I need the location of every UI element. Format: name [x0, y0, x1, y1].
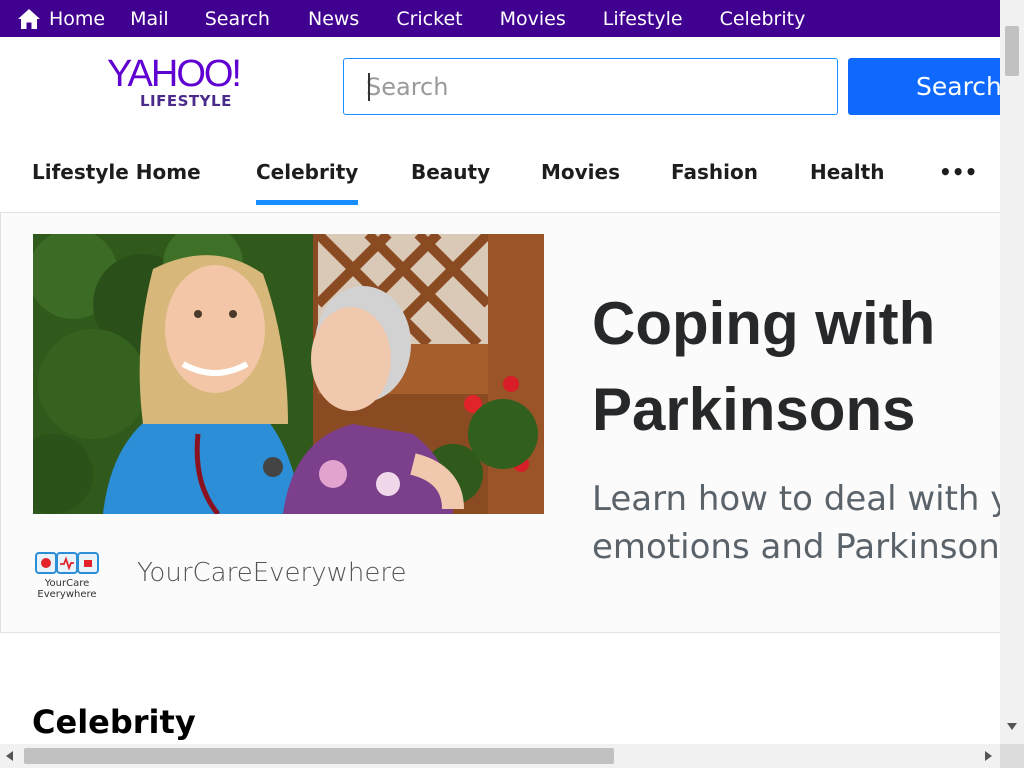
ad-photo[interactable]: [33, 234, 544, 514]
topnav-label-cricket: Cricket: [396, 7, 463, 30]
text-caret: [368, 73, 370, 101]
tab-health[interactable]: Health: [810, 160, 884, 184]
tab-lifestyle-home[interactable]: Lifestyle Home: [32, 160, 201, 184]
topnav-label-search: Search: [204, 7, 270, 30]
vertical-scroll-thumb[interactable]: [1005, 26, 1019, 76]
sponsor-logo[interactable]: YourCare Everywhere: [32, 549, 107, 601]
search-input[interactable]: [343, 58, 838, 115]
section-title: Celebrity: [32, 703, 196, 741]
topnav-item-home[interactable]: Home: [0, 8, 126, 30]
sponsor-logo-line1: YourCare: [44, 578, 90, 589]
topnav-item-mail[interactable]: Mail: [130, 8, 190, 30]
sponsor-name[interactable]: YourCareEverywhere: [137, 558, 406, 588]
ad-description: Learn how to deal with your emotions and…: [592, 475, 1001, 571]
topnav-label-mail: Mail: [130, 7, 169, 30]
topnav-label-home: Home: [49, 7, 106, 30]
topnav-label-movies: Movies: [499, 7, 566, 30]
ad-headline[interactable]: Coping with Parkinsons: [592, 281, 992, 453]
yahoo-lifestyle-logo[interactable]: YAHOO! LIFESTYLE: [107, 53, 257, 114]
ad-description-line1: Learn how to deal with your: [592, 479, 1001, 519]
tab-fashion[interactable]: Fashion: [671, 160, 758, 184]
logo-main-text: YAHOO!: [107, 53, 242, 95]
lifestyle-subnav: Lifestyle Home Celebrity Beauty Movies F…: [0, 150, 1000, 213]
sponsor-logo-line2: Everywhere: [37, 589, 96, 600]
scroll-down-arrow-icon[interactable]: [1007, 723, 1017, 730]
scrollbar-corner: [1000, 744, 1024, 768]
topnav-item-news[interactable]: News: [308, 8, 380, 30]
top-nav-bar: Home Mail Search News Cricket Movies Lif…: [0, 0, 1000, 37]
topnav-label-lifestyle: Lifestyle: [602, 7, 683, 30]
topnav-item-movies[interactable]: Movies: [500, 8, 587, 30]
tab-movies[interactable]: Movies: [541, 160, 620, 184]
horizontal-scroll-thumb[interactable]: [24, 748, 614, 764]
topnav-item-cricket[interactable]: Cricket: [396, 8, 483, 30]
topnav-label-celebrity: Celebrity: [719, 7, 806, 30]
horizontal-scrollbar[interactable]: [0, 744, 1000, 768]
topnav-label-news: News: [307, 7, 360, 30]
sponsored-ad-card[interactable]: YourCare Everywhere YourCareEverywhere C…: [0, 213, 1001, 633]
scroll-left-arrow-icon[interactable]: [6, 751, 13, 761]
tab-beauty[interactable]: Beauty: [411, 160, 490, 184]
search-button[interactable]: Search: [848, 58, 1008, 115]
more-tabs-button[interactable]: •••: [939, 160, 977, 184]
home-icon: [18, 8, 40, 29]
topnav-item-search[interactable]: Search: [205, 8, 291, 30]
topnav-item-celebrity[interactable]: Celebrity: [720, 8, 827, 30]
tab-celebrity[interactable]: Celebrity: [256, 160, 359, 205]
ad-photo-illustration: [33, 234, 544, 514]
scroll-right-arrow-icon[interactable]: [985, 751, 992, 761]
vertical-scrollbar[interactable]: [1000, 0, 1024, 744]
sponsor-logo-graphic: YourCare Everywhere: [35, 552, 99, 600]
topnav-item-lifestyle[interactable]: Lifestyle: [603, 8, 704, 30]
ad-description-line2: emotions and Parkinsons: [592, 527, 1001, 567]
